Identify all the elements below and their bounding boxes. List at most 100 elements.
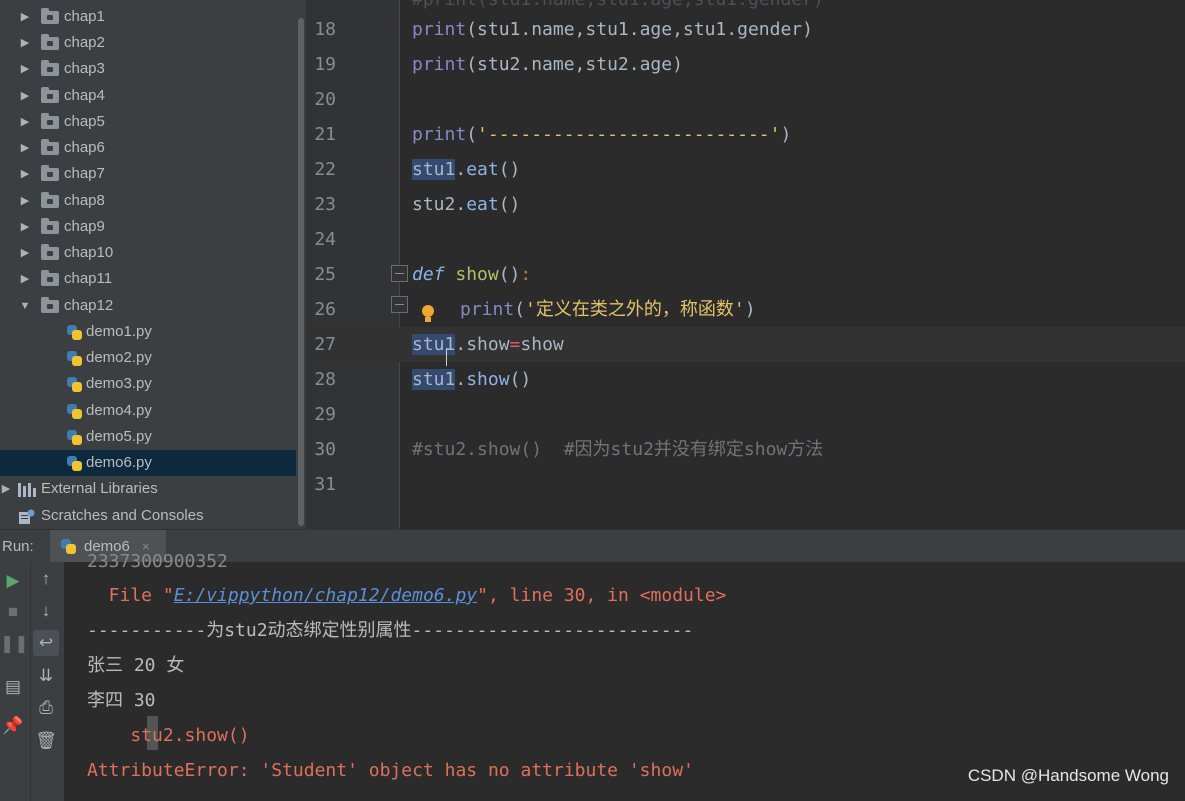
- chevron-right-icon[interactable]: ▶: [19, 30, 31, 56]
- tree-item-chap2[interactable]: ▶ chap2: [0, 30, 296, 56]
- tree-item-chap3[interactable]: ▶ chap3: [0, 56, 296, 82]
- watermark: CSDN @Handsome Wong: [967, 766, 1169, 785]
- folder-icon: [41, 165, 59, 181]
- layout-icon[interactable]: ▤: [0, 674, 26, 700]
- tree-item-scratches[interactable]: Scratches and Consoles: [0, 503, 296, 529]
- tree-scrollbar[interactable]: [296, 0, 306, 529]
- line-number: 31: [314, 474, 336, 495]
- line-number: 25: [314, 264, 336, 285]
- code-token: (): [509, 369, 532, 390]
- python-file-icon: [66, 403, 83, 420]
- play-icon[interactable]: ▶: [0, 568, 26, 594]
- tree-item-label: chap10: [64, 244, 114, 261]
- chevron-right-icon[interactable]: ▶: [19, 188, 31, 214]
- folder-icon: [41, 270, 59, 286]
- code-token: ): [780, 124, 792, 145]
- tree-item-demo2[interactable]: demo2.py: [0, 345, 296, 371]
- file-link[interactable]: E:/vippython/chap12/demo6.py: [174, 585, 477, 606]
- code-token: '定义在类之外的，称函数': [525, 299, 745, 320]
- stop-icon[interactable]: ■: [0, 599, 26, 625]
- line-number: 27: [314, 334, 336, 355]
- scroll-to-end-icon[interactable]: ⇊: [33, 663, 59, 689]
- code-line-23: stu2.eat(): [412, 187, 520, 222]
- fold-marker-icon[interactable]: [391, 265, 408, 282]
- code-token: (: [466, 124, 478, 145]
- tree-item-chap6[interactable]: ▶ chap6: [0, 135, 296, 161]
- console-line: 2337300900352: [87, 551, 228, 572]
- code-token: stu1: [412, 369, 456, 390]
- line-number: 28: [314, 369, 336, 390]
- tree-item-demo5[interactable]: demo5.py: [0, 424, 296, 450]
- code-token: def: [412, 264, 445, 285]
- code-token: (): [498, 159, 521, 180]
- trash-icon[interactable]: 🗑: [33, 728, 59, 754]
- code-token: (): [498, 194, 521, 215]
- tree-item-chap4[interactable]: ▶ chap4: [0, 83, 296, 109]
- code-line-27: stu1.show=show: [412, 327, 564, 362]
- chevron-right-icon[interactable]: ▶: [0, 476, 12, 502]
- arrow-up-icon[interactable]: ↑: [33, 566, 59, 592]
- console-text: File ": [87, 585, 174, 606]
- code-token: .: [455, 194, 467, 215]
- tree-item-label: chap7: [64, 165, 105, 182]
- code-token: (stu2.name,stu2.age): [466, 54, 683, 75]
- chevron-right-icon[interactable]: ▶: [19, 266, 31, 292]
- tree-item-chap1[interactable]: ▶ chap1: [0, 4, 296, 30]
- chevron-right-icon[interactable]: ▶: [19, 56, 31, 82]
- chevron-right-icon[interactable]: ▶: [19, 109, 31, 135]
- print-icon[interactable]: ⎙: [33, 695, 59, 721]
- folder-icon: [41, 60, 59, 76]
- chevron-right-icon[interactable]: ▶: [19, 214, 31, 240]
- tree-item-demo1[interactable]: demo1.py: [0, 319, 296, 345]
- arrow-down-icon[interactable]: ↓: [33, 598, 59, 624]
- line-number: 19: [314, 54, 336, 75]
- tree-item-external-libraries[interactable]: ▶ External Libraries: [0, 476, 296, 502]
- scrollbar-thumb[interactable]: [298, 18, 304, 526]
- code-token: .: [455, 369, 467, 390]
- scratches-icon: [18, 508, 36, 524]
- line-number: 26: [314, 299, 336, 320]
- python-file-icon: [66, 350, 83, 367]
- tree-item-chap11[interactable]: ▶ chap11: [0, 266, 296, 292]
- tree-item-chap10[interactable]: ▶ chap10: [0, 240, 296, 266]
- tree-item-label: demo5.py: [86, 428, 152, 445]
- tree-item-label: chap1: [64, 8, 105, 25]
- line-number: 22: [314, 159, 336, 180]
- tree-item-label: chap11: [64, 270, 113, 287]
- tree-item-chap8[interactable]: ▶ chap8: [0, 188, 296, 214]
- pause-icon[interactable]: ❚❚: [0, 631, 29, 657]
- tree-item-chap7[interactable]: ▶ chap7: [0, 161, 296, 187]
- folder-icon: [41, 244, 59, 260]
- chevron-right-icon[interactable]: ▶: [19, 4, 31, 30]
- console-text: ", line 30, in <module>: [477, 585, 727, 606]
- tree-item-chap9[interactable]: ▶ chap9: [0, 214, 296, 240]
- chevron-down-icon[interactable]: ▼: [19, 293, 31, 319]
- tree-item-demo3[interactable]: demo3.py: [0, 371, 296, 397]
- tree-item-label: chap8: [64, 192, 105, 209]
- code-token: (stu1.name,stu1.age,stu1.gender): [466, 19, 813, 40]
- folder-icon: [41, 192, 59, 208]
- code-token: (: [514, 299, 526, 320]
- code-token: show: [520, 334, 564, 355]
- folder-icon: [41, 113, 59, 129]
- tree-item-chap5[interactable]: ▶ chap5: [0, 109, 296, 135]
- lightbulb-icon[interactable]: [421, 305, 435, 325]
- folder-icon: [41, 297, 59, 313]
- code-line-30: #stu2.show() #因为stu2并没有绑定show方法: [412, 439, 824, 460]
- chevron-right-icon[interactable]: ▶: [19, 135, 31, 161]
- line-number: 23: [314, 194, 336, 215]
- chevron-right-icon[interactable]: ▶: [19, 240, 31, 266]
- soft-wrap-icon[interactable]: ↩: [33, 630, 59, 656]
- fold-marker-icon[interactable]: [391, 296, 408, 313]
- tree-item-chap12[interactable]: ▼ chap12: [0, 293, 296, 319]
- tree-item-demo6[interactable]: demo6.py: [0, 450, 296, 476]
- run-toolbar: ▶ ■ ❚❚ ▤ 📌 ↑ ↓ ↩ ⇊ ⎙ 🗑: [0, 562, 64, 801]
- pin-icon[interactable]: 📌: [0, 713, 26, 739]
- tree-item-label: chap3: [64, 60, 105, 77]
- chevron-right-icon[interactable]: ▶: [19, 161, 31, 187]
- library-icon: [18, 483, 36, 497]
- console-line: 李四 30: [87, 690, 156, 711]
- chevron-right-icon[interactable]: ▶: [19, 83, 31, 109]
- folder-icon: [41, 34, 59, 50]
- tree-item-demo4[interactable]: demo4.py: [0, 398, 296, 424]
